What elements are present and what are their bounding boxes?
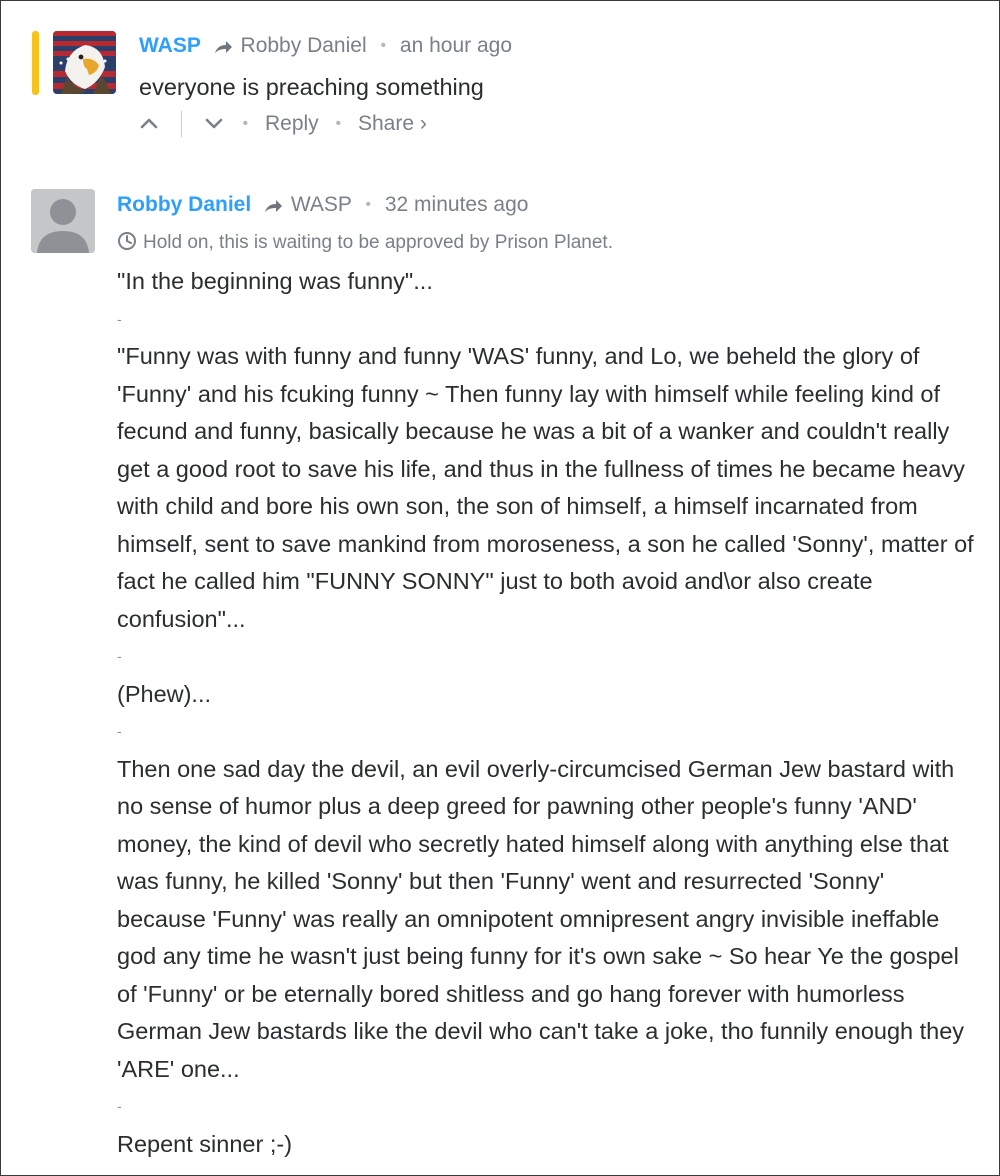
footer-separator: • <box>335 115 342 132</box>
paragraph: "In the beginning was funny"... <box>117 268 433 294</box>
paragraph: (Phew)... <box>117 680 212 707</box>
author-link[interactable]: WASP <box>139 34 201 57</box>
reply-button[interactable]: Reply <box>265 112 319 136</box>
comment-header: WASP Robby Daniel • an hour ago <box>139 34 512 58</box>
paragraph-separator: - <box>117 1098 122 1114</box>
in-reply-to-link[interactable]: WASP <box>291 193 352 216</box>
vote-divider <box>180 111 182 137</box>
comment-message: everyone is preaching something <box>139 74 484 100</box>
upvote-button[interactable] <box>137 112 161 136</box>
eagle-flag-icon[interactable] <box>53 31 116 94</box>
share-button[interactable]: Share › <box>358 112 427 136</box>
author-link[interactable]: Robby Daniel <box>117 193 251 216</box>
highlighted-comment-bar <box>32 31 39 95</box>
meta-separator: • <box>380 37 387 54</box>
pending-approval-notice: Hold on, this is waiting to be approved … <box>117 231 613 254</box>
comment-footer: • Reply • Share › <box>137 111 427 137</box>
comment-body: "In the beginning was funny"... - "Funny… <box>117 263 977 1163</box>
comment-wasp: WASP Robby Daniel • an hour ago everyone… <box>1 1 999 161</box>
comment-header: Robby Daniel WASP • 32 minutes ago <box>117 193 528 217</box>
paragraph-separator: - <box>117 310 122 327</box>
reply-arrow-icon <box>214 41 232 53</box>
chevron-up-icon <box>140 118 158 129</box>
in-reply-to-link[interactable]: Robby Daniel <box>241 34 367 57</box>
comment-body: everyone is preaching something <box>139 69 979 107</box>
default-user-avatar-icon[interactable] <box>31 189 95 253</box>
paragraph: Repent sinner ;-) <box>117 1130 293 1157</box>
paragraph: "Funny was with funny and funny 'WAS' fu… <box>117 343 974 632</box>
comment-thread: WASP Robby Daniel • an hour ago everyone… <box>0 0 1000 1176</box>
clock-icon <box>118 232 136 250</box>
pending-approval-text: Hold on, this is waiting to be approved … <box>143 232 613 253</box>
timestamp-link[interactable]: an hour ago <box>400 34 512 57</box>
downvote-button[interactable] <box>202 112 226 136</box>
paragraph-separator: - <box>117 648 122 664</box>
paragraph-separator: - <box>117 723 122 739</box>
comment-robby-daniel: Robby Daniel WASP • 32 minutes ago Hold … <box>1 181 999 1175</box>
meta-separator: • <box>365 196 372 213</box>
footer-separator: • <box>242 115 249 132</box>
reply-arrow-icon <box>265 200 283 212</box>
timestamp-link[interactable]: 32 minutes ago <box>385 193 529 216</box>
paragraph: Then one sad day the devil, an evil over… <box>117 755 965 1082</box>
chevron-down-icon <box>205 118 222 129</box>
